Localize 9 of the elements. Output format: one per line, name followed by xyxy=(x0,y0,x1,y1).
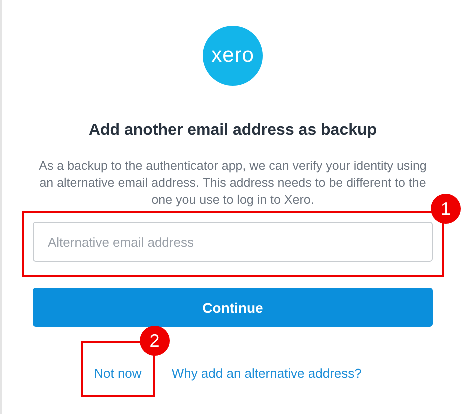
not-now-link[interactable]: Not now xyxy=(94,366,142,381)
step-badge: 2 xyxy=(140,326,170,356)
xero-logo: xero xyxy=(203,26,263,86)
step-badge: 1 xyxy=(431,194,461,224)
description-text: As a backup to the authenticator app, we can verify your identity using an alternative email address. This address needs to be different to the one you use to log in to Xero. xyxy=(38,158,428,209)
why-link[interactable]: Why add an alternative address? xyxy=(172,366,362,381)
email-field[interactable]: Alternative email address xyxy=(33,222,433,262)
page-title: Add another email address as backup xyxy=(88,122,378,140)
continue-button[interactable]: Continue xyxy=(33,288,433,327)
